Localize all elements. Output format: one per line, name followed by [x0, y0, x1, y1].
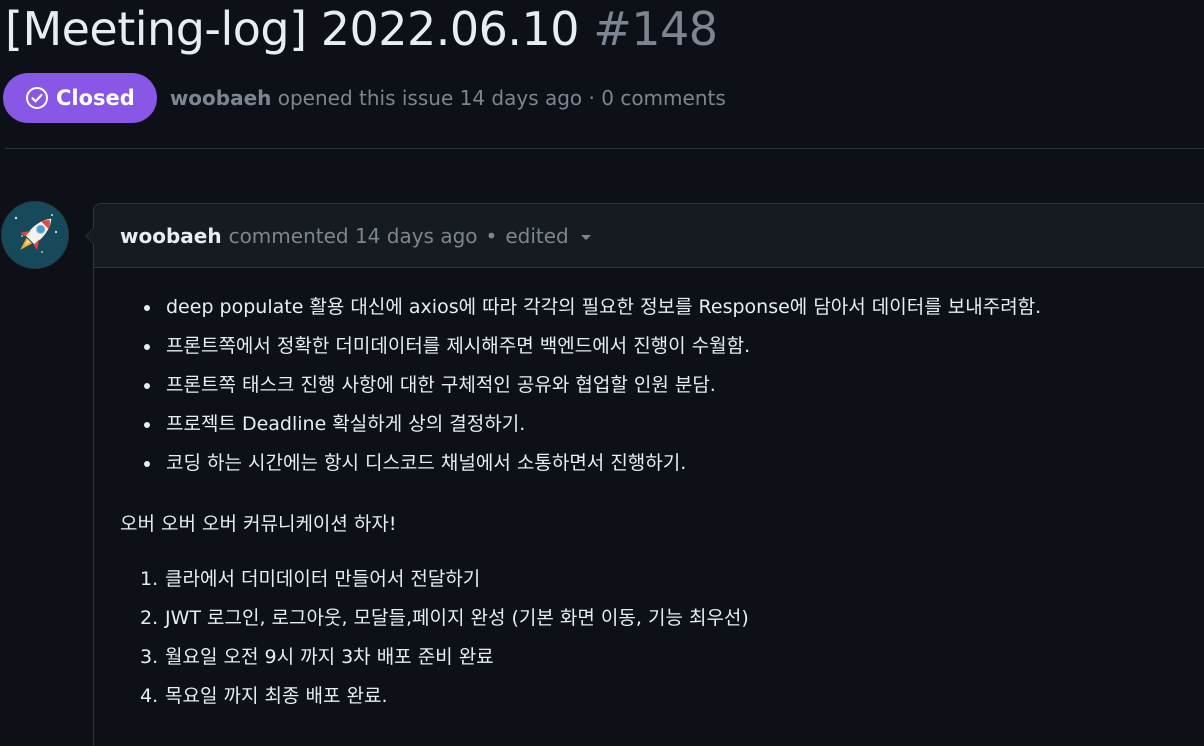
item-text: JWT 로그인, 로그아웃, 모달들,페이지 완성 (기본 화면 이동, 기능 …	[165, 607, 749, 629]
edited-menu[interactable]: edited	[505, 223, 591, 248]
comment-header: woobaeh commented 14 days ago • edited	[94, 204, 1204, 268]
issue-meta: Closed woobaeh opened this issue 14 days…	[3, 72, 726, 124]
issue-title: [Meeting-log] 2022.06.10 #148	[5, 0, 718, 58]
comment-paragraph: 오버 오버 오버 커뮤니케이션 하자!	[120, 513, 397, 535]
item-number: 4.	[140, 685, 159, 707]
edited-label: edited	[505, 223, 569, 248]
caret-down-icon	[580, 234, 591, 240]
numbered-item: 4. 목요일 까지 최종 배포 완료.	[140, 677, 1204, 716]
issue-title-text: [Meeting-log] 2022.06.10	[5, 2, 580, 56]
numbered-list: 1. 클라에서 더미데이터 만들어서 전달하기 2. JWT 로그인, 로그아웃, …	[120, 560, 1204, 716]
comment-author-link[interactable]: woobaeh	[120, 224, 222, 248]
comment-timestamp[interactable]: commented 14 days ago	[229, 224, 478, 248]
item-text: 클라에서 더미데이터 만들어서 전달하기	[165, 568, 481, 590]
issue-number: #148	[593, 2, 718, 56]
avatar[interactable]	[2, 202, 68, 268]
item-number: 3.	[140, 646, 159, 668]
item-number: 2.	[140, 607, 159, 629]
bullet-list: deep populate 활용 대신에 axios에 따라 각각의 필요한 정…	[120, 288, 1204, 483]
numbered-item: 2. JWT 로그인, 로그아웃, 모달들,페이지 완성 (기본 화면 이동, 기…	[140, 599, 1204, 638]
list-item: 코딩 하는 시간에는 항시 디스코드 채널에서 소통하면서 진행하기.	[144, 444, 1204, 483]
comment-separator: •	[485, 223, 498, 248]
state-label: Closed	[56, 86, 135, 110]
header-divider	[5, 148, 1204, 149]
state-badge: Closed	[3, 73, 157, 123]
list-item: 프론트쪽에서 정확한 더미데이터를 제시해주면 백엔드에서 진행이 수월함.	[144, 327, 1204, 366]
list-item: 프론트쪽 태스크 진행 사항에 대한 구체적인 공유와 협업할 인원 분담.	[144, 366, 1204, 405]
item-text: 목요일 까지 최종 배포 완료.	[165, 685, 388, 707]
comment-box: woobaeh commented 14 days ago • edited d…	[85, 203, 1204, 746]
rocket-icon	[2, 202, 68, 268]
item-text: 월요일 오전 9시 까지 3차 배포 준비 완료	[165, 646, 494, 668]
numbered-item: 1. 클라에서 더미데이터 만들어서 전달하기	[140, 560, 1204, 599]
numbered-item: 3. 월요일 오전 9시 까지 3차 배포 준비 완료	[140, 638, 1204, 677]
issue-page: [Meeting-log] 2022.06.10 #148 Closed woo…	[0, 0, 1204, 746]
comment-pointer-fill	[86, 227, 95, 245]
check-circle-icon	[25, 86, 49, 110]
list-item: deep populate 활용 대신에 axios에 따라 각각의 필요한 정…	[144, 288, 1204, 327]
issue-opened-text: opened this issue 14 days ago · 0 commen…	[277, 86, 726, 110]
comment-body: deep populate 활용 대신에 axios에 따라 각각의 필요한 정…	[94, 268, 1204, 716]
issue-meta-text: woobaeh opened this issue 14 days ago · …	[170, 86, 726, 110]
item-number: 1.	[140, 568, 159, 590]
issue-author-link[interactable]: woobaeh	[170, 86, 272, 110]
list-item: 프로젝트 Deadline 확실하게 상의 결정하기.	[144, 405, 1204, 444]
